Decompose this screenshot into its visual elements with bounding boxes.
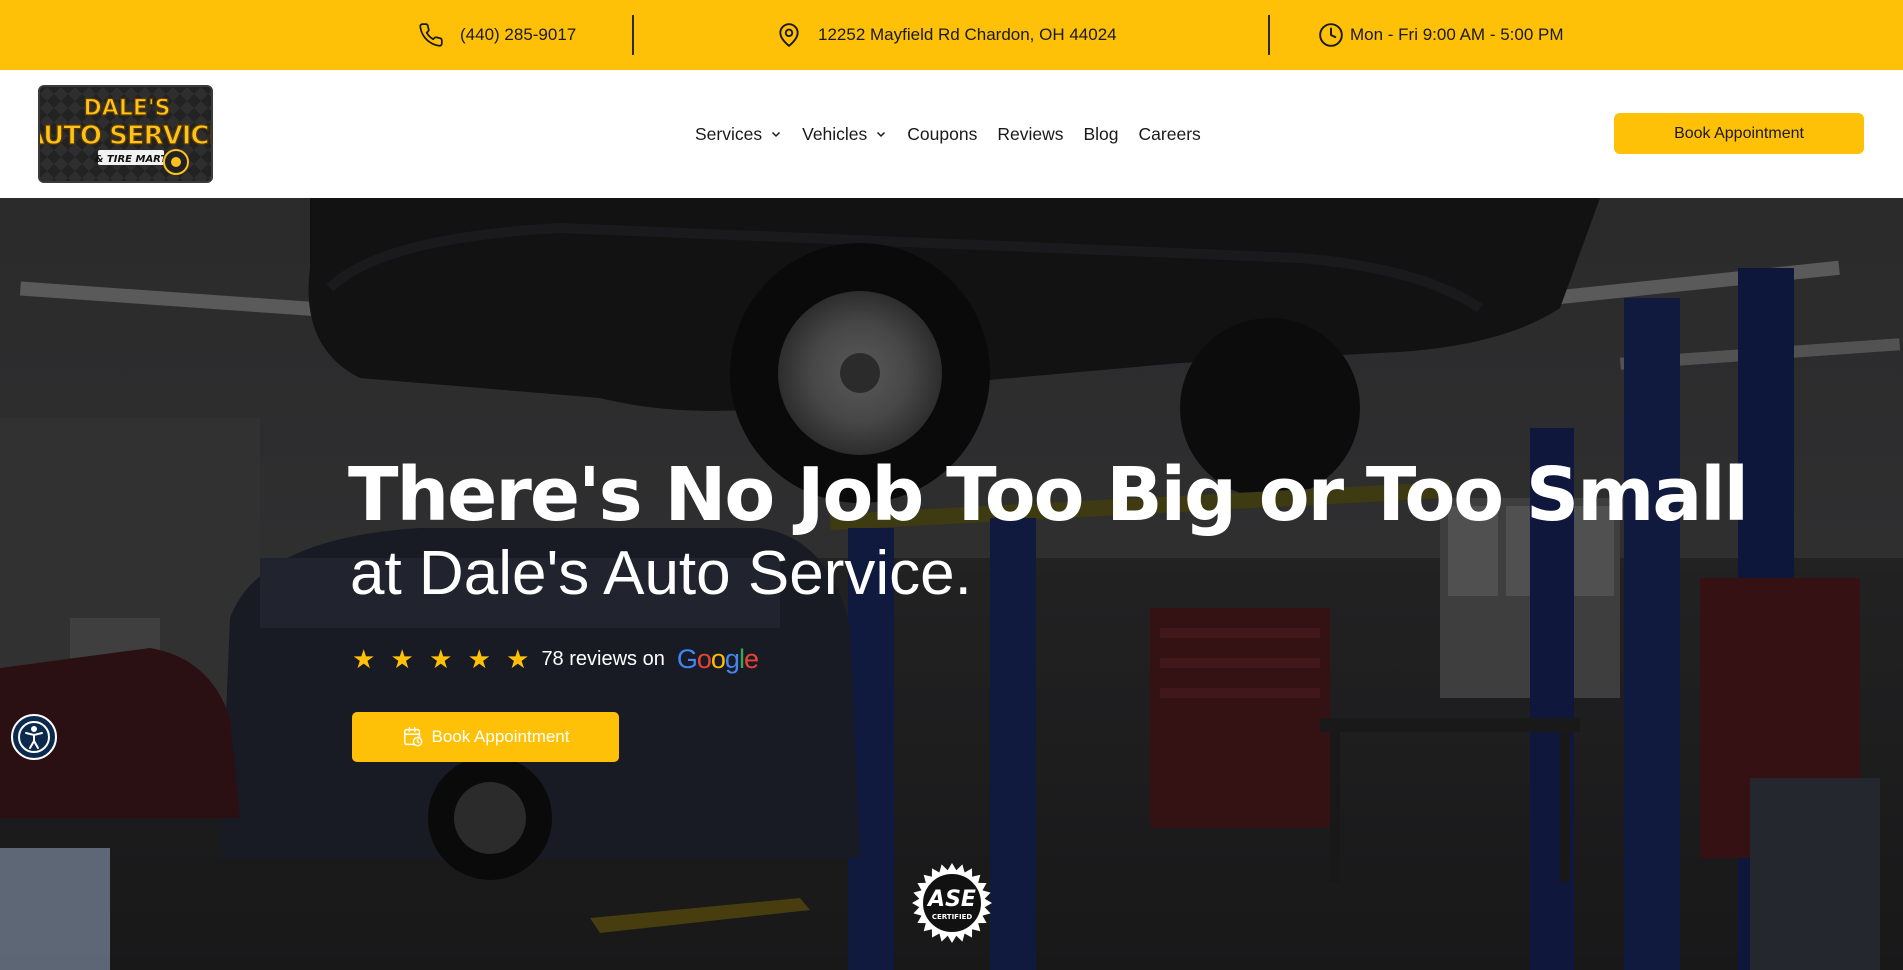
phone-number: (440) 285-9017 — [460, 25, 577, 44]
google-logo: Google — [676, 644, 759, 675]
clock-icon — [1319, 23, 1343, 47]
google-letter: o — [696, 644, 712, 674]
google-rating[interactable]: ★ ★ ★ ★ ★ 78 reviews on Google — [352, 644, 759, 675]
nav-item-vehicles[interactable]: Vehicles — [802, 124, 887, 145]
google-letter: g — [724, 644, 740, 674]
main-nav: Services Vehicles Coupons Reviews Blog C… — [695, 70, 1221, 198]
reviews-count: 78 reviews on — [541, 648, 665, 670]
phone-icon — [419, 23, 443, 47]
ase-badge-graphic: ASE CERTIFIED — [912, 863, 992, 943]
calendar-icon — [403, 727, 422, 747]
address-link[interactable]: 12252 Mayfield Rd Chardon, OH 44024 — [776, 0, 1117, 70]
map-pin-icon — [779, 23, 799, 47]
header-book-appointment-button[interactable]: Book Appointment — [1614, 113, 1864, 154]
nav-item-services[interactable]: Services — [695, 124, 782, 145]
google-letter: o — [710, 644, 726, 674]
nav-item-reviews[interactable]: Reviews — [997, 124, 1063, 145]
hero-section: There's No Job Too Big or Too Small at D… — [0, 198, 1903, 970]
chevron-down-icon — [772, 131, 781, 138]
logo-graphic: DALE'S AUTO SERVICE & TIRE MART — [40, 87, 213, 181]
accessibility-button[interactable] — [11, 714, 57, 760]
google-letter: e — [743, 644, 759, 674]
site-logo[interactable]: DALE'S AUTO SERVICE & TIRE MART — [38, 85, 213, 183]
nav-label: Blog — [1083, 123, 1119, 144]
divider — [632, 15, 634, 55]
nav-label: Reviews — [997, 123, 1064, 144]
nav-item-blog[interactable]: Blog — [1084, 124, 1119, 145]
nav-label: Vehicles — [802, 123, 868, 144]
google-letter: G — [676, 644, 698, 674]
hero-subtitle: at Dale's Auto Service. — [350, 539, 972, 608]
svg-text:DALE'S: DALE'S — [84, 96, 171, 121]
button-label: Book Appointment — [431, 727, 570, 746]
ase-certified-badge: ASE CERTIFIED — [911, 862, 993, 944]
site-header: DALE'S AUTO SERVICE & TIRE MART Services… — [0, 70, 1903, 198]
hours-info: Mon - Fri 9:00 AM - 5:00 PM — [1318, 0, 1564, 70]
top-info-bar: (440) 285-9017 12252 Mayfield Rd Chardon… — [0, 0, 1903, 70]
svg-text:AUTO SERVICE: AUTO SERVICE — [40, 121, 213, 151]
chevron-down-icon — [877, 131, 886, 138]
button-label: Book Appointment — [1674, 124, 1804, 142]
certified-text: CERTIFIED — [932, 913, 973, 921]
address-text: 12252 Mayfield Rd Chardon, OH 44024 — [818, 25, 1117, 44]
hero-title: There's No Job Too Big or Too Small — [348, 452, 1749, 538]
nav-label: Coupons — [907, 123, 978, 144]
star-rating: ★ ★ ★ ★ ★ — [352, 644, 534, 674]
nav-label: Careers — [1138, 123, 1201, 144]
hero-book-appointment-button[interactable]: Book Appointment — [352, 712, 619, 762]
hours-text: Mon - Fri 9:00 AM - 5:00 PM — [1350, 25, 1564, 44]
svg-text:& TIRE MART: & TIRE MART — [95, 154, 169, 165]
divider — [1268, 15, 1270, 55]
nav-label: Services — [695, 123, 763, 144]
accessibility-icon — [18, 721, 50, 753]
ase-text: ASE — [926, 887, 976, 912]
nav-item-careers[interactable]: Careers — [1139, 124, 1201, 145]
phone-link[interactable]: (440) 285-9017 — [418, 0, 576, 70]
nav-item-coupons[interactable]: Coupons — [907, 124, 977, 145]
